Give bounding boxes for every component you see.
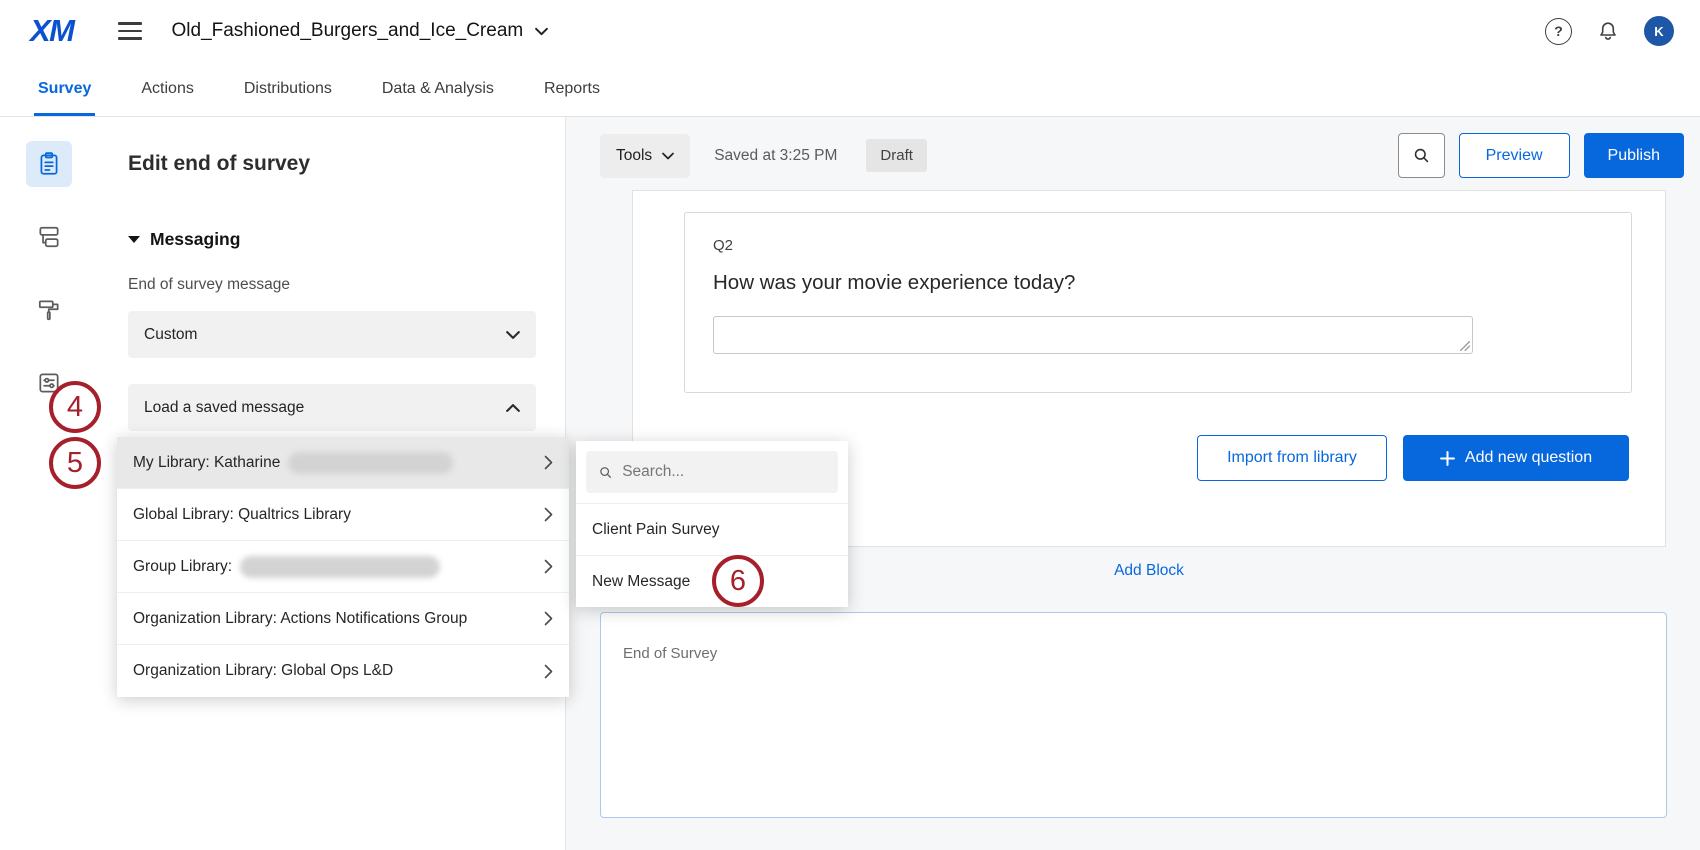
header-actions: ? K <box>1545 16 1674 46</box>
redacted-text <box>288 452 453 474</box>
resize-handle-icon <box>1459 340 1470 351</box>
chevron-up-icon <box>506 403 520 413</box>
tab-actions[interactable]: Actions <box>141 62 193 116</box>
publish-button[interactable]: Publish <box>1584 133 1684 178</box>
search-icon <box>1412 146 1431 165</box>
preview-button[interactable]: Preview <box>1459 133 1570 178</box>
survey-title: Old_Fashioned_Burgers_and_Ice_Cream <box>172 20 524 42</box>
flyout-item-client-pain-survey[interactable]: Client Pain Survey <box>576 503 848 555</box>
chevron-down-icon <box>535 27 548 36</box>
survey-builder-nav-button[interactable] <box>26 141 72 187</box>
end-of-survey-block[interactable]: End of Survey <box>600 612 1667 818</box>
annotation-step-4: 4 <box>49 381 101 433</box>
message-type-value: Custom <box>144 326 197 344</box>
collapse-triangle-icon <box>128 236 140 243</box>
end-of-survey-label: End of Survey <box>623 645 717 662</box>
survey-title-dropdown[interactable]: Old_Fashioned_Burgers_and_Ice_Cream <box>172 20 549 42</box>
notifications-button[interactable] <box>1596 19 1620 43</box>
question-text: How was your movie experience today? <box>713 271 1603 295</box>
xm-logo[interactable]: XM <box>30 13 74 49</box>
import-from-library-button[interactable]: Import from library <box>1197 435 1387 481</box>
message-type-select[interactable]: Custom <box>128 311 536 358</box>
chevron-right-icon <box>544 611 553 626</box>
load-saved-message-button[interactable]: Load a saved message <box>128 384 536 431</box>
add-new-question-button[interactable]: Add new question <box>1403 435 1629 481</box>
tab-survey[interactable]: Survey <box>38 62 91 116</box>
chevron-right-icon <box>544 664 553 679</box>
chevron-right-icon <box>544 455 553 470</box>
help-button[interactable]: ? <box>1545 18 1572 45</box>
menu-item-my-library[interactable]: My Library: Katharine <box>117 437 569 489</box>
chevron-right-icon <box>544 507 553 522</box>
annotation-step-6: 6 <box>712 555 764 607</box>
answer-text-input[interactable] <box>713 316 1473 354</box>
search-button[interactable] <box>1398 133 1445 178</box>
end-of-survey-message-label: End of survey message <box>128 276 565 294</box>
annotation-step-5: 5 <box>49 437 101 489</box>
messaging-section-label: Messaging <box>150 229 240 250</box>
message-search-box <box>586 451 838 493</box>
tab-reports[interactable]: Reports <box>544 62 600 116</box>
avatar-initial: K <box>1654 24 1663 39</box>
canvas-toolbar: Tools Saved at 3:25 PM Draft Preview Pub… <box>566 133 1700 178</box>
library-menu: My Library: Katharine Global Library: Qu… <box>117 437 569 697</box>
save-status: Saved at 3:25 PM <box>714 147 837 165</box>
menu-item-org-library-actions[interactable]: Organization Library: Actions Notificati… <box>117 593 569 645</box>
search-input[interactable] <box>622 463 826 481</box>
redacted-text <box>240 556 440 578</box>
load-saved-message-label: Load a saved message <box>144 399 304 417</box>
tab-distributions[interactable]: Distributions <box>244 62 332 116</box>
tab-data-analysis[interactable]: Data & Analysis <box>382 62 494 116</box>
primary-nav: Survey Actions Distributions Data & Anal… <box>0 62 1700 117</box>
qualtrics-survey-builder: XM Old_Fashioned_Burgers_and_Ice_Cream ?… <box>0 0 1700 850</box>
panel-title: Edit end of survey <box>128 151 565 176</box>
plus-icon <box>1440 451 1455 466</box>
menu-item-org-library-global-ops[interactable]: Organization Library: Global Ops L&D <box>117 645 569 697</box>
question-id: Q2 <box>713 237 1603 254</box>
help-icon: ? <box>1554 23 1563 39</box>
menu-item-global-library[interactable]: Global Library: Qualtrics Library <box>117 489 569 541</box>
hamburger-menu-icon[interactable] <box>118 22 142 40</box>
survey-flow-icon <box>36 224 62 250</box>
paint-roller-icon <box>36 297 62 323</box>
search-icon <box>598 464 613 481</box>
survey-flow-nav-button[interactable] <box>26 214 72 260</box>
top-header: XM Old_Fashioned_Burgers_and_Ice_Cream ?… <box>0 0 1700 62</box>
tools-dropdown[interactable]: Tools <box>600 134 690 178</box>
clipboard-icon <box>36 151 62 177</box>
question-card[interactable]: Q2 How was your movie experience today? <box>684 212 1632 393</box>
chevron-down-icon <box>506 330 520 340</box>
bell-icon <box>1596 19 1620 43</box>
avatar[interactable]: K <box>1644 16 1674 46</box>
menu-item-group-library[interactable]: Group Library: <box>117 541 569 593</box>
chevron-down-icon <box>662 152 674 160</box>
look-and-feel-nav-button[interactable] <box>26 287 72 333</box>
chevron-right-icon <box>544 559 553 574</box>
toolbar-actions: Preview Publish <box>1398 133 1684 178</box>
draft-badge: Draft <box>866 139 927 172</box>
messaging-section-header[interactable]: Messaging <box>128 228 565 250</box>
